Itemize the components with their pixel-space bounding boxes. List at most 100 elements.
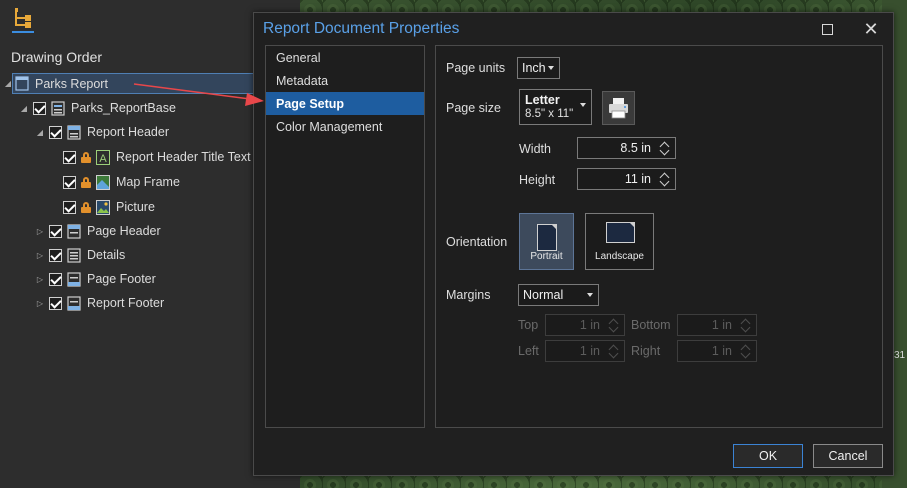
page-size-name: Letter [525,93,560,107]
lock-icon[interactable] [81,201,92,213]
tree-item-label: Picture [116,200,155,214]
height-label: Height [519,173,556,187]
section-header-icon [67,223,81,239]
lock-icon[interactable] [81,176,92,188]
drawing-order-icon[interactable] [12,7,34,33]
ok-button[interactable]: OK [733,444,803,468]
top-margin-label: Top [518,318,539,332]
tree-item-label: Parks Report [35,76,108,91]
nav-general[interactable]: General [266,46,424,69]
collapse-icon[interactable]: ◢ [3,79,13,88]
tree-item-report-footer[interactable]: ▷ Report Footer [35,292,164,314]
landscape-page-icon [606,222,635,243]
tree-item-map-frame[interactable]: Map Frame [63,171,180,193]
tree-item-parks-reportbase[interactable]: ◢ Parks_ReportBase [19,97,176,119]
close-button[interactable]: ✕ [860,18,882,40]
landscape-label: Landscape [595,251,644,262]
section-header-icon [67,124,81,140]
visibility-checkbox[interactable] [33,101,46,115]
expand-icon[interactable]: ▷ [35,275,45,284]
maximize-button[interactable] [816,18,838,40]
spinner-icon[interactable] [659,170,672,188]
expand-icon[interactable]: ▷ [35,251,45,260]
portrait-button[interactable]: Portrait [519,213,574,270]
expand-icon[interactable]: ▷ [35,227,45,236]
right-margin-value: 1 in [711,344,732,358]
tree-item-report-header-title-text[interactable]: A Report Header Title Text [63,146,251,168]
close-icon: ✕ [863,19,879,39]
page-units-dropdown[interactable]: Inch [517,57,560,79]
lock-icon[interactable] [81,151,92,163]
top-margin-input[interactable]: 1 in [545,314,625,336]
visibility-checkbox[interactable] [49,224,62,238]
portrait-label: Portrait [530,251,563,262]
collapse-icon[interactable]: ◢ [19,104,29,113]
settings-nav: General Metadata Page Setup Color Manage… [265,45,425,428]
tree-item-label: Page Footer [87,272,156,286]
height-input[interactable]: 11 in [577,168,676,190]
visibility-checkbox[interactable] [49,272,62,286]
height-value: 11 in [624,172,651,186]
tree-item-label: Map Frame [116,175,180,189]
map-frame-icon [96,174,110,190]
visibility-checkbox[interactable] [63,150,76,164]
page-units-value: Inch [522,61,546,75]
chevron-down-icon [587,293,593,297]
spinner-icon [740,316,753,334]
tree-item-details[interactable]: ▷ Details [35,244,125,266]
tree-item-label: Report Footer [87,296,165,310]
report-base-icon [51,100,65,116]
nav-metadata[interactable]: Metadata [266,69,424,92]
left-margin-label: Left [518,344,539,358]
tree-item-label: Report Header [87,125,169,139]
dialog-title: Report Document Properties [263,20,460,37]
svg-text:A: A [99,153,107,165]
visibility-checkbox[interactable] [63,200,76,214]
tree-item-page-header[interactable]: ▷ Page Header [35,220,161,242]
visibility-checkbox[interactable] [49,248,62,262]
cancel-button[interactable]: Cancel [813,444,883,468]
spinner-icon [608,342,621,360]
details-section-icon [67,247,81,263]
page-units-label: Page units [446,61,506,75]
nav-color-management[interactable]: Color Management [266,115,424,138]
page-setup-panel: Page units Inch Page size Letter 8.5" x … [435,45,883,428]
tree-item-picture[interactable]: Picture [63,196,155,218]
collapse-icon[interactable]: ◢ [35,128,45,137]
spinner-icon[interactable] [659,139,672,157]
chevron-down-icon [580,103,586,107]
margins-preset-value: Normal [523,288,564,302]
tree-item-label: Parks_ReportBase [71,101,176,115]
spinner-icon [608,316,621,334]
spinner-icon [740,342,753,360]
left-margin-input[interactable]: 1 in [545,340,625,362]
page-size-dropdown[interactable]: Letter 8.5" x 11" [519,89,592,125]
right-margin-label: Right [631,344,661,358]
visibility-checkbox[interactable] [49,296,62,310]
margins-preset-dropdown[interactable]: Normal [518,284,599,306]
tree-item-page-footer[interactable]: ▷ Page Footer [35,268,156,290]
page-size-label: Page size [446,101,501,115]
tree-item-label: Details [87,248,126,262]
visibility-checkbox[interactable] [63,175,76,189]
left-margin-value: 1 in [579,344,600,358]
picture-icon [96,199,110,215]
tree-item-report-header[interactable]: ◢ Report Header [35,121,169,143]
printer-settings-button[interactable] [602,91,635,125]
bottom-margin-label: Bottom [631,318,671,332]
nav-page-setup[interactable]: Page Setup [266,92,424,115]
chevron-down-icon [548,66,554,70]
right-margin-input[interactable]: 1 in [677,340,757,362]
tree-item-label: Page Header [87,224,161,238]
width-input[interactable]: 8.5 in [577,137,676,159]
expand-icon[interactable]: ▷ [35,299,45,308]
top-margin-value: 1 in [579,318,600,332]
section-footer-icon [67,271,81,287]
portrait-page-icon [537,224,557,251]
bottom-margin-input[interactable]: 1 in [677,314,757,336]
bottom-margin-value: 1 in [711,318,732,332]
visibility-checkbox[interactable] [49,125,62,139]
landscape-button[interactable]: Landscape [585,213,654,270]
maximize-icon [821,23,833,35]
report-document-properties-dialog: Report Document Properties ✕ General Met… [253,12,894,476]
